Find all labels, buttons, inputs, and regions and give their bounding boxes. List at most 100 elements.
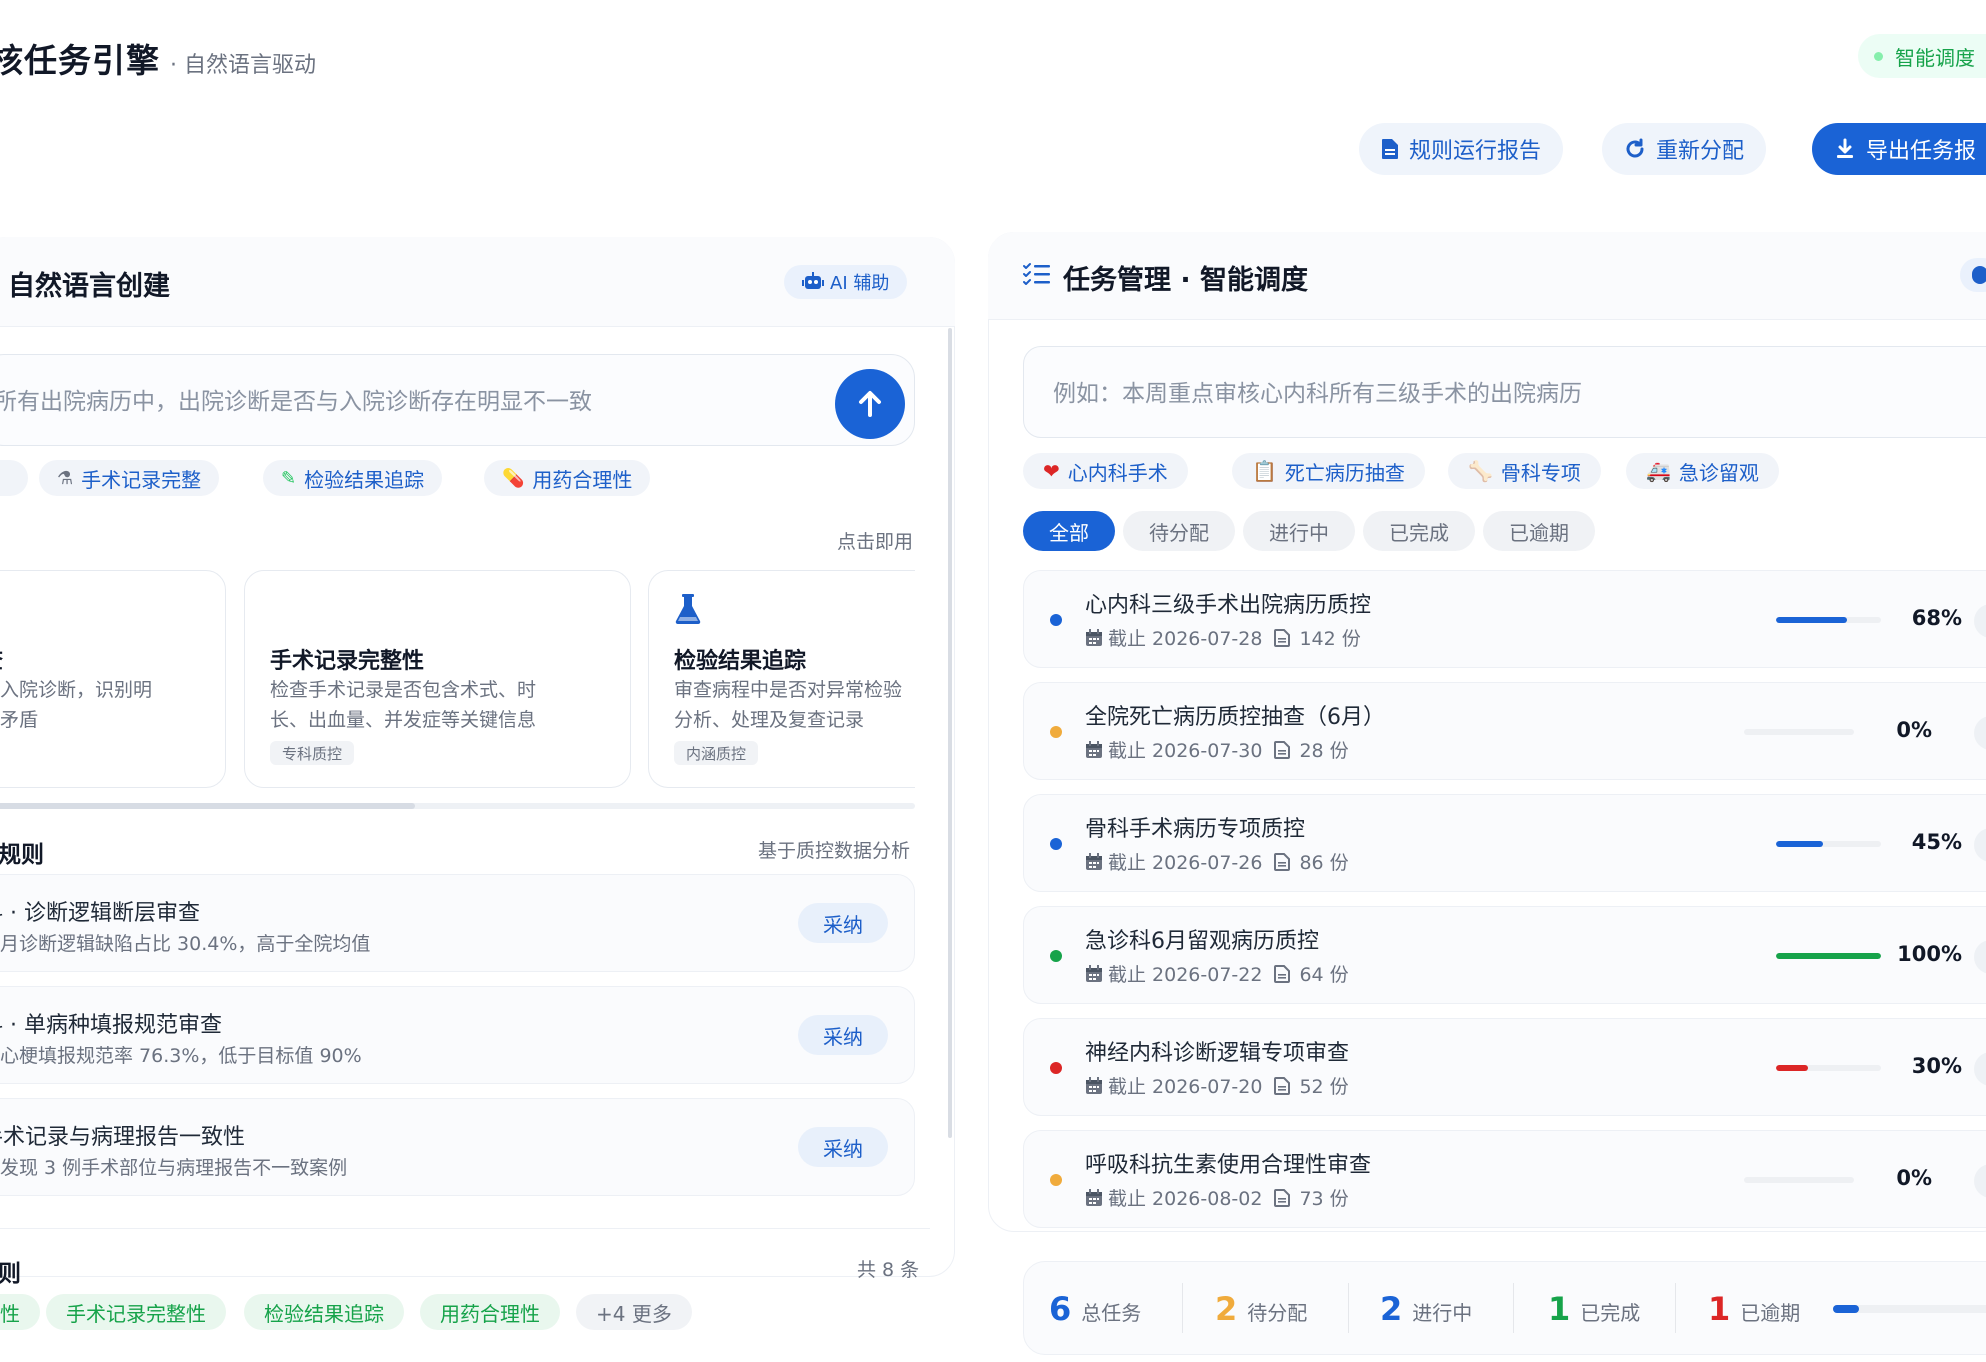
template-card-desc: 盾矛盾 (0, 709, 39, 731)
template-card-desc: 与入院诊断，识别明 (0, 679, 153, 701)
task-deadline: 截止 2026-07-26 (1108, 852, 1263, 874)
task-deadline: 截止 2026-07-22 (1108, 964, 1263, 986)
task-progress-fill (1776, 953, 1881, 959)
ai-assist-label: AI 辅助 (830, 273, 890, 294)
filter-chip-death-review[interactable]: 📋 死亡病历抽查 (1232, 453, 1425, 489)
task-meta: 截止 2026-07-20 52 份 (1085, 1072, 1349, 1099)
tab-overdue[interactable]: 已逾期 (1483, 511, 1595, 551)
task-row[interactable]: 神经内科诊断逻辑专项审查 截止 2026-07-20 52 份 30% (1023, 1018, 1986, 1116)
summary-item: 1 已完成 (1548, 1290, 1640, 1328)
task-action-button[interactable] (1974, 1052, 1986, 1086)
task-meta: 截止 2026-07-26 86 份 (1085, 848, 1349, 875)
task-progress-bar (1776, 841, 1881, 847)
task-row[interactable]: 心内科三级手术出院病历质控 截止 2026-07-28 142 份 68% (1023, 570, 1986, 668)
filter-chip-cardiology[interactable]: ❤ 心内科手术 (1023, 453, 1188, 489)
filter-chip-label: 心内科手术 (1067, 460, 1168, 485)
filter-chip-emergency[interactable]: 🚑 急诊留观 (1626, 453, 1779, 489)
task-action-button[interactable] (1974, 940, 1986, 974)
task-status-dot (1050, 1062, 1062, 1074)
task-meta: 截止 2026-07-28 142 份 (1085, 624, 1361, 651)
tab-all[interactable]: 全部 (1023, 511, 1115, 551)
task-progress-label: 100% (1897, 942, 1962, 966)
rule-tag[interactable]: 检验结果追踪 (244, 1294, 404, 1330)
adopt-button[interactable]: 采纳 (798, 1127, 888, 1167)
file-icon (1274, 740, 1291, 759)
task-row[interactable]: 呼吸科抗生素使用合理性审查 截止 2026-08-02 73 份 0% (1023, 1130, 1986, 1228)
filter-chip-label: 死亡病历抽查 (1284, 460, 1405, 485)
task-action-button[interactable] (1974, 604, 1986, 638)
send-button[interactable] (835, 369, 905, 439)
more-tags-button[interactable]: +4 更多 (576, 1294, 692, 1330)
template-card[interactable]: 查 与入院诊断，识别明 盾矛盾 (0, 570, 226, 788)
summary-item: 6 总任务 (1049, 1290, 1141, 1328)
template-card[interactable]: 手术记录完整性 检查手术记录是否包含术式、时 长、出血量、并发症等关键信息 专科… (244, 570, 631, 788)
tab-completed[interactable]: 已完成 (1363, 511, 1475, 551)
filter-chip-orthopedics[interactable]: 🦴 骨科专项 (1448, 453, 1601, 489)
file-icon (1274, 628, 1291, 647)
task-row[interactable]: 骨科手术病历专项质控 截止 2026-07-26 86 份 45% (1023, 794, 1986, 892)
task-meta: 截止 2026-07-22 64 份 (1085, 960, 1349, 987)
page-subtitle: · 自然语言驱动 (170, 53, 316, 78)
task-row[interactable]: 全院死亡病历质控抽查（6月） 截止 2026-07-30 28 份 0% (1023, 682, 1986, 780)
rule-tags-title: 则 (0, 1261, 21, 1287)
status-badge: 智能调度 (1858, 34, 1986, 78)
quick-chip-surgery-record[interactable]: ⚗ 手术记录完整 (39, 460, 220, 496)
task-management-title: 任务管理 · 智能调度 (1063, 265, 1309, 296)
file-icon (1274, 1188, 1291, 1207)
page-title: 核任务引擎 (0, 41, 160, 80)
rule-tag[interactable]: 性 (0, 1294, 40, 1330)
rules-section-hint: 基于质控数据分析 (758, 840, 911, 862)
task-action-button[interactable] (1974, 828, 1986, 862)
file-icon (1274, 964, 1291, 983)
left-panel-scrollbar[interactable] (948, 328, 952, 1138)
template-hint: 点击即用 (837, 531, 914, 553)
summary-count: 1 (1548, 1290, 1571, 1328)
template-card-title: 手术记录完整性 (270, 649, 425, 674)
task-action-button[interactable] (1974, 716, 1986, 750)
rule-tag[interactable]: 用药合理性 (420, 1294, 560, 1330)
template-card[interactable]: 检验结果追踪 审查病程中是否对异常检验 分析、处理及复查记录 内涵质控 (648, 570, 915, 788)
template-card-desc: 分析、处理及复查记录 (674, 709, 865, 731)
task-status-dot (1050, 726, 1062, 738)
task-progress-bar (1776, 617, 1881, 623)
quick-chip-medication[interactable]: 💊 用药合理性 (484, 460, 651, 496)
reassign-label: 重新分配 (1656, 139, 1745, 164)
task-progress-bar (1776, 953, 1881, 959)
tab-in-progress[interactable]: 进行中 (1243, 511, 1355, 551)
refresh-icon (1626, 138, 1644, 158)
rule-title: 科 · 诊断逻辑断层审查 (0, 901, 200, 926)
task-progress-bar (1744, 729, 1854, 735)
task-action-button[interactable] (1974, 1164, 1986, 1198)
document-icon (1382, 139, 1398, 159)
task-deadline: 截止 2026-07-20 (1108, 1076, 1263, 1098)
divider (1348, 1283, 1349, 1333)
summary-count: 1 (1708, 1290, 1731, 1328)
summary-item: 2 进行中 (1380, 1290, 1472, 1328)
template-card-desc: 检查手术记录是否包含术式、时 (270, 679, 537, 701)
reassign-button[interactable]: 重新分配 (1602, 123, 1767, 175)
task-count: 28 份 (1299, 740, 1349, 762)
task-progress-label: 0% (1896, 1166, 1932, 1190)
task-meta: 截止 2026-07-30 28 份 (1085, 736, 1349, 763)
summary-label: 待分配 (1247, 1301, 1308, 1325)
quick-chip-label: 手术记录完整 (81, 467, 202, 492)
adopt-button[interactable]: 采纳 (798, 903, 888, 943)
summary-item: 1 已逾期 (1708, 1290, 1800, 1328)
task-deadline: 截止 2026-07-30 (1108, 740, 1263, 762)
template-scrollbar-thumb[interactable] (0, 803, 415, 809)
template-scrollbar[interactable] (0, 803, 915, 809)
task-name: 骨科手术病历专项质控 (1085, 817, 1306, 842)
panel-toggle[interactable] (1960, 258, 1986, 292)
bone-icon: 🦴 (1468, 459, 1493, 483)
adopt-button[interactable]: 采纳 (798, 1015, 888, 1055)
summary-progress-bar (1833, 1305, 1986, 1313)
export-button[interactable]: 导出任务报 (1812, 123, 1986, 175)
task-count: 86 份 (1299, 852, 1349, 874)
quick-chip-lab-tracking[interactable]: ✎ 检验结果追踪 (263, 460, 443, 496)
task-row[interactable]: 急诊科6月留观病历质控 截止 2026-07-22 64 份 100% (1023, 906, 1986, 1004)
rule-report-button[interactable]: 规则运行报告 (1359, 123, 1564, 175)
task-status-dot (1050, 838, 1062, 850)
divider (1513, 1283, 1514, 1333)
rule-tag[interactable]: 手术记录完整性 (46, 1294, 226, 1330)
tab-pending[interactable]: 待分配 (1123, 511, 1235, 551)
